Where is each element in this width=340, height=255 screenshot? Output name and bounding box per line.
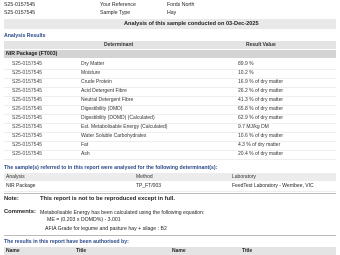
row-sample-id: S25-0157545 (12, 151, 43, 157)
determinants-table-header: Analysis Method Laboratory (4, 173, 336, 181)
sample-type-value: Hay (167, 10, 177, 16)
name-col-header: Name (172, 248, 186, 254)
row-determinant: Dry Matter (81, 61, 105, 67)
row-determinant: Ash (81, 151, 90, 157)
your-reference-label: Your Reference (100, 2, 136, 8)
divider (4, 193, 336, 194)
method-value: TP_FT/003 (136, 183, 162, 189)
your-reference-value: Fords North (167, 2, 195, 8)
row-sample-id: S25-0157545 (12, 70, 43, 76)
sample-id: S25-0157545 (4, 2, 36, 8)
row-value: 16.9 % of dry matter (238, 79, 284, 85)
result-value-col-header: Result Value (246, 42, 276, 48)
authorised-section-title: The results in this report have been aut… (4, 239, 129, 245)
name-col-header: Name (6, 248, 20, 254)
row-value: 9.7 MJ/kg DM (238, 124, 269, 130)
row-value: 4.3 % of dry matter (238, 142, 281, 148)
determinants-section-title: The sample(s) referred to in this report… (4, 165, 218, 171)
row-sample-id: S25-0157545 (12, 88, 43, 94)
row-determinant: Crude Protein (81, 79, 112, 85)
row-determinant: Est. Metabolisable Energy (Calculated) (81, 124, 168, 130)
row-determinant: Digestibility (DOMD) (Calculated) (81, 115, 155, 121)
sample-id: S25-0157545 (4, 10, 36, 16)
row-value: 65.8 % of dry matter (238, 106, 284, 112)
analysis-col-header: Analysis (6, 174, 25, 180)
row-value: 62.9 % of dry matter (238, 115, 284, 121)
determinants-table-row: NIR Package TP_FT/003 FeedTest Laborator… (4, 182, 336, 192)
row-value: 26.2 % of dry matter (238, 88, 284, 94)
row-determinant: Moisture (81, 70, 101, 76)
row-sample-id: S25-0157545 (12, 61, 43, 67)
title-col-header: Title (242, 248, 253, 254)
row-sample-id: S25-0157545 (12, 142, 43, 148)
analysis-results-title: Analysis Results (4, 33, 46, 39)
comments-line-1: Metabolisable Energy has been calculated… (40, 210, 205, 216)
method-col-header: Method (136, 174, 153, 180)
divider (4, 235, 336, 236)
title-col-header: Title (76, 248, 87, 254)
note-label: Note: (4, 196, 19, 202)
row-value: 20.4 % of dry matter (238, 151, 284, 157)
comments-line-3: AFIA Grade for legume and pasture hay + … (45, 226, 167, 232)
row-sample-id: S25-0157545 (12, 97, 43, 103)
row-sample-id: S25-0157545 (12, 79, 43, 85)
analysis-date-text: Analysis of this sample conducted on 03-… (124, 21, 259, 27)
laboratory-value: FeedTest Laboratory - Werribee, VIC (232, 183, 314, 189)
package-label: NIR Package (FT003) (6, 51, 58, 57)
row-determinant: Neutral Detergent Fibre (81, 97, 134, 103)
row-value: 41.3 % of dry matter (238, 97, 284, 103)
table-row: S25-0157545 Ash 20.4 % of dry matter (4, 150, 336, 160)
row-determinant: Acid Detergent Fibre (81, 88, 127, 94)
row-sample-id: S25-0157545 (12, 106, 43, 112)
laboratory-col-header: Laboratory (232, 174, 256, 180)
row-sample-id: S25-0157545 (12, 124, 43, 130)
row-value: 89.9 % (238, 61, 254, 67)
results-table-header: Determinant Result Value (4, 41, 336, 49)
authorised-table-header: Name Title Name Title (4, 247, 336, 255)
sample-type-label: Sample Type (100, 10, 131, 16)
row-value: 10.6 % of dry matter (238, 133, 284, 139)
sample-type-row: S25-0157545 Sample Type Hay (4, 10, 336, 19)
comments-label: Comments: (4, 209, 36, 215)
comments-line-2: ME = (0.203 x DOMD%) - 3.001 (47, 217, 121, 223)
analysis-date-banner: Analysis of this sample conducted on 03-… (4, 19, 336, 29)
note-text: This report is not to be reproduced exce… (40, 196, 175, 202)
row-determinant: Water Soluble Carbohydrates (81, 133, 147, 139)
row-value: 10.2 % (238, 70, 254, 76)
row-sample-id: S25-0157545 (12, 133, 43, 139)
analysis-value: NIR Package (6, 183, 36, 189)
determinant-col-header: Determinant (104, 42, 134, 48)
row-sample-id: S25-0157545 (12, 115, 43, 121)
row-determinant: Fat (81, 142, 89, 148)
row-determinant: Digestibility (DMD) (81, 106, 123, 112)
package-row: NIR Package (FT003) (4, 50, 336, 58)
